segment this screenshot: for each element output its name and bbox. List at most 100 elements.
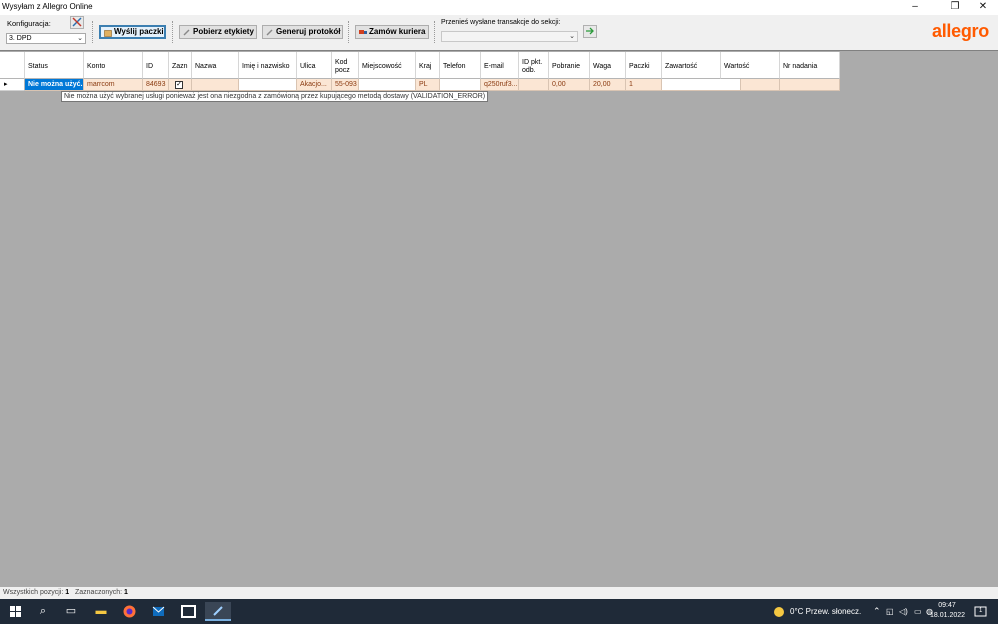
firefox-icon[interactable] bbox=[118, 602, 140, 621]
config-select[interactable]: 3. DPD ⌄ bbox=[6, 33, 86, 44]
app-arrow-icon bbox=[213, 606, 223, 616]
allegro-app-taskbar-icon[interactable] bbox=[205, 602, 231, 621]
generate-protocol-label: Generuj protokół bbox=[276, 27, 341, 36]
config-select-value: 3. DPD bbox=[9, 35, 32, 42]
selected-checkbox[interactable]: ✓ bbox=[175, 81, 183, 89]
cell-nazwa[interactable] bbox=[192, 79, 239, 91]
column-header-nr-nadania[interactable]: Nr nadania bbox=[780, 52, 840, 79]
generate-protocol-button[interactable]: Generuj protokół bbox=[262, 25, 343, 39]
cell-imie[interactable] bbox=[239, 79, 297, 91]
total-count-value: 1 bbox=[65, 589, 70, 596]
cell-miejscowosc[interactable] bbox=[359, 79, 416, 91]
truck-icon bbox=[359, 30, 367, 34]
validation-error-tooltip: Nie można użyć wybranej usługi ponieważ … bbox=[61, 91, 489, 102]
toolbar-separator bbox=[92, 21, 93, 43]
restore-button[interactable]: ❐ bbox=[940, 0, 970, 13]
move-execute-button[interactable] bbox=[583, 25, 597, 38]
toolbar-separator bbox=[348, 21, 349, 43]
move-section-label: Przenieś wysłane transakcje do sekcji: bbox=[441, 19, 561, 26]
chevron-down-icon: ⌄ bbox=[569, 33, 575, 40]
windows-logo-icon bbox=[9, 606, 21, 617]
column-header-zawartosc[interactable]: Zawartość bbox=[662, 52, 721, 79]
minimize-button[interactable]: – bbox=[900, 0, 930, 13]
cell-telefon[interactable] bbox=[440, 79, 481, 91]
cell-status[interactable]: Nie można użyć... bbox=[25, 79, 84, 91]
clock[interactable]: 09:47 18.01.2022 bbox=[930, 601, 965, 621]
cell-kraj[interactable]: PL bbox=[416, 79, 440, 91]
cell-konto[interactable]: marrcom bbox=[84, 79, 143, 91]
column-header-paczki[interactable]: Paczki bbox=[626, 52, 662, 79]
keyboard-icon[interactable]: ▭ bbox=[914, 599, 922, 624]
column-header-ulica[interactable]: Ulica bbox=[297, 52, 332, 79]
row-header-corner bbox=[0, 52, 25, 79]
cell-kod[interactable]: 55-093 bbox=[332, 79, 359, 91]
cell-nr-nadania[interactable] bbox=[780, 79, 840, 91]
weather-text: 0°C Przew. słonecz. bbox=[790, 607, 862, 616]
cell-zazn[interactable]: ✓ bbox=[169, 79, 192, 91]
cell-pobranie[interactable]: 0,00 bbox=[549, 79, 590, 91]
network-icon[interactable]: ◱ bbox=[886, 599, 894, 624]
column-header-nazwa[interactable]: Nazwa bbox=[192, 52, 239, 79]
cell-paczki[interactable]: 1 bbox=[626, 79, 662, 91]
chevron-up-icon[interactable]: ⌃ bbox=[873, 599, 881, 624]
column-header-imie[interactable]: Imię i nazwisko bbox=[239, 52, 297, 79]
column-header-waga[interactable]: Waga bbox=[590, 52, 626, 79]
status-bar: Wszystkich pozycji: 1 Zaznaczonych: 1 bbox=[0, 587, 998, 599]
selected-count-label: Zaznaczonych: bbox=[75, 589, 123, 596]
column-header-miejscowosc[interactable]: Miejscowość bbox=[359, 52, 416, 79]
cell-waga[interactable]: 20,00 bbox=[590, 79, 626, 91]
allegro-logo: allegro bbox=[932, 21, 989, 41]
column-header-wartosc[interactable]: Wartość bbox=[721, 52, 780, 79]
volume-icon[interactable]: ◁) bbox=[899, 599, 908, 624]
pencil-icon bbox=[183, 29, 190, 36]
transactions-grid[interactable]: Status Konto ID Zazn Nazwa Imię i nazwis… bbox=[0, 50, 998, 587]
package-icon bbox=[104, 30, 112, 37]
weather-widget[interactable] bbox=[773, 599, 785, 624]
config-settings-button[interactable] bbox=[70, 16, 84, 29]
cell-idpkt[interactable] bbox=[519, 79, 549, 91]
windows-taskbar: ⌕ ▭ ▬ 0°C Przew. słonecz. ⌃ ◱ ◁) ▭ ◍ 09:… bbox=[0, 599, 998, 624]
sun-icon bbox=[774, 606, 784, 617]
window-title: Wysyłam z Allegro Online bbox=[2, 2, 93, 11]
column-header-konto[interactable]: Konto bbox=[84, 52, 143, 79]
task-view-icon[interactable]: ▭ bbox=[60, 602, 82, 621]
title-bar: Wysyłam z Allegro Online – ❐ ✕ bbox=[0, 0, 998, 15]
send-packages-button[interactable]: Wyślij paczki bbox=[99, 25, 166, 39]
row-selector[interactable]: ▸ bbox=[0, 79, 25, 91]
clock-time: 09:47 bbox=[938, 602, 956, 609]
cell-ulica[interactable]: Akacjo... bbox=[297, 79, 332, 91]
order-courier-label: Zamów kuriera bbox=[369, 27, 426, 36]
column-header-telefon[interactable]: Telefon bbox=[440, 52, 481, 79]
column-header-idpkt[interactable]: ID pkt. odb. bbox=[519, 52, 549, 79]
column-header-kraj[interactable]: Kraj bbox=[416, 52, 440, 79]
tools-icon bbox=[72, 17, 82, 27]
notification-count: 1 bbox=[979, 608, 983, 614]
mail-app-icon bbox=[152, 606, 164, 616]
toolbar-separator bbox=[172, 21, 173, 43]
column-header-kod[interactable]: Kod pocz bbox=[332, 52, 359, 79]
arrow-right-icon bbox=[586, 27, 594, 35]
download-labels-button[interactable]: Pobierz etykiety bbox=[179, 25, 257, 39]
toolbar: Konfiguracja: 3. DPD ⌄ Wyślij paczki Pob… bbox=[0, 15, 998, 50]
ds-logo bbox=[180, 605, 196, 618]
cell-email[interactable]: q250ruf3... bbox=[481, 79, 519, 91]
order-courier-button[interactable]: Zamów kuriera bbox=[355, 25, 429, 39]
outlook-icon[interactable] bbox=[147, 602, 169, 621]
search-icon[interactable]: ⌕ bbox=[32, 602, 54, 621]
toolbar-separator bbox=[434, 21, 435, 43]
column-header-email[interactable]: E-mail bbox=[481, 52, 519, 79]
file-explorer-icon[interactable]: ▬ bbox=[90, 602, 112, 621]
cell-zawartosc[interactable] bbox=[662, 79, 741, 91]
column-header-id[interactable]: ID bbox=[143, 52, 169, 79]
pencil-icon bbox=[266, 29, 273, 36]
close-button[interactable]: ✕ bbox=[968, 0, 998, 13]
column-header-pobranie[interactable]: Pobranie bbox=[549, 52, 590, 79]
download-labels-label: Pobierz etykiety bbox=[193, 27, 254, 36]
cell-wartosc[interactable] bbox=[741, 79, 780, 91]
column-header-status[interactable]: Status bbox=[25, 52, 84, 79]
ds-app-icon[interactable] bbox=[177, 602, 199, 621]
column-header-zazn[interactable]: Zazn bbox=[169, 52, 192, 79]
start-button[interactable] bbox=[4, 602, 26, 621]
cell-id[interactable]: 84693 bbox=[143, 79, 169, 91]
move-section-select[interactable]: ⌄ bbox=[441, 31, 578, 42]
